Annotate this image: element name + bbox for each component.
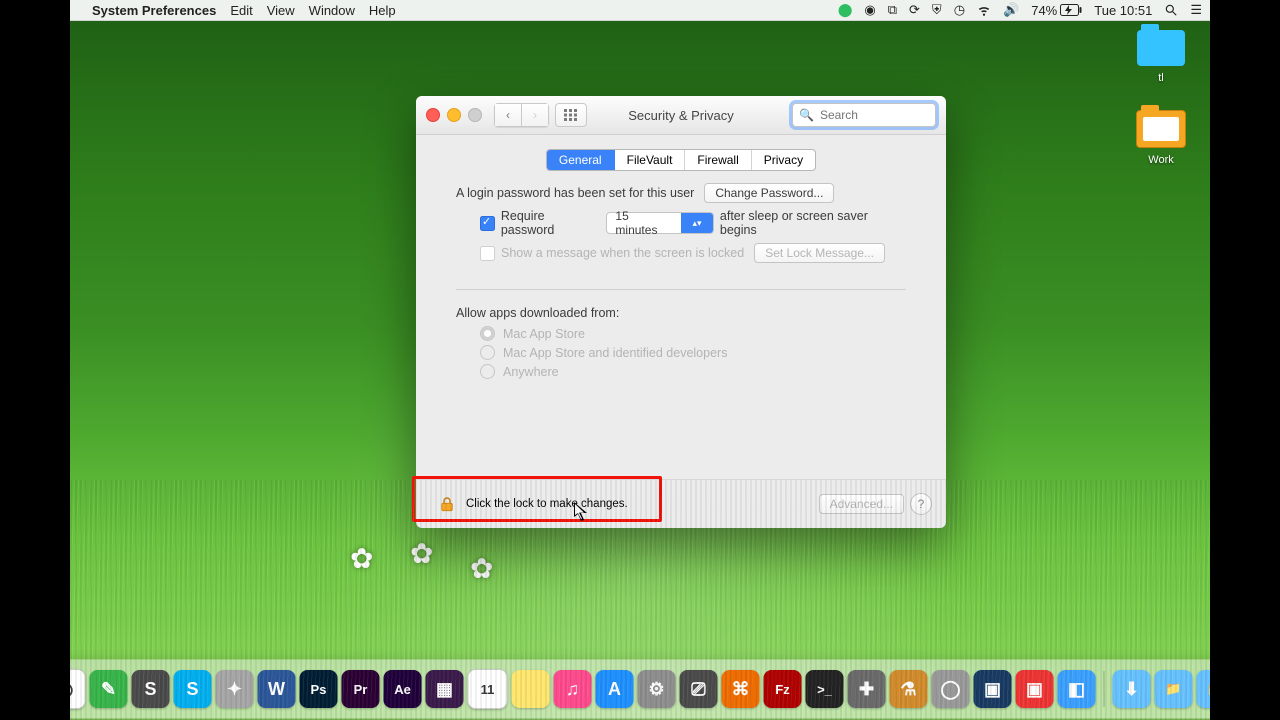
drive-icon (1136, 110, 1186, 148)
dock-calendar[interactable]: 11 (468, 669, 508, 709)
menu-window[interactable]: Window (309, 0, 355, 20)
dock-sublime[interactable]: S (132, 670, 170, 708)
tab-filevault[interactable]: FileVault (615, 150, 686, 170)
dock-diskutil[interactable]: ◯ (932, 670, 970, 708)
minimize-button[interactable] (447, 108, 461, 122)
clock[interactable]: Tue 10:51 (1094, 0, 1152, 20)
tab-privacy[interactable]: Privacy (752, 150, 815, 170)
title-bar[interactable]: ‹ › Security & Privacy 🔍 (416, 96, 946, 135)
desktop-folder-label: tl (1126, 72, 1196, 84)
dock-preview[interactable]: ⎚ (680, 670, 718, 708)
allow-apps-label: Allow apps downloaded from: (456, 306, 906, 320)
show-message-checkbox[interactable] (480, 246, 495, 261)
require-password-delay-select[interactable]: 15 minutes ▴▾ (606, 212, 713, 234)
require-password-label: Require password (501, 209, 601, 237)
allow-apps-option-1: Mac App Store and identified developers (480, 345, 906, 360)
tab-bar: General FileVault Firewall Privacy (546, 149, 816, 171)
menu-help[interactable]: Help (369, 0, 396, 20)
login-password-label: A login password has been set for this u… (456, 186, 694, 200)
wifi-icon[interactable] (977, 0, 991, 20)
notifications-icon[interactable]: ☰ (1190, 0, 1202, 20)
dock-itunes[interactable]: ♫ (554, 670, 592, 708)
dock-folder2[interactable]: 📁 (1197, 670, 1211, 708)
dock: ☺◎✎SS✦WPsPrAe▦11♫A⚙⎚⌘Fz>_✚⚗◯▣▣◧⬇📁📁🗑 (70, 660, 1210, 718)
dock-virtualbox[interactable]: ▣ (974, 670, 1012, 708)
spotlight-icon[interactable] (1164, 0, 1178, 20)
lock-text: Click the lock to make changes. (466, 498, 628, 510)
app-menu[interactable]: System Preferences (92, 0, 216, 20)
search-input[interactable] (818, 107, 929, 123)
desktop-folder-label: Work (1126, 154, 1196, 166)
lock-button[interactable]: Click the lock to make changes. (430, 491, 636, 517)
dock-aftereffects[interactable]: Ae (384, 670, 422, 708)
chevron-updown-icon: ▴▾ (681, 213, 713, 233)
set-lock-message-button: Set Lock Message... (754, 243, 885, 263)
require-password-tail: after sleep or screen saver begins (720, 209, 906, 237)
dock-notes[interactable] (512, 670, 550, 708)
dropbox-icon[interactable]: ⧉ (888, 0, 897, 20)
cursor-icon (574, 502, 588, 522)
search-icon: 🔍 (799, 108, 814, 122)
desktop-folder-work[interactable]: Work (1126, 110, 1196, 166)
dock-launchpad[interactable]: ✦ (216, 670, 254, 708)
record-icon[interactable]: ◉ (864, 0, 875, 20)
allow-apps-option-2: Anywhere (480, 364, 906, 379)
battery-status[interactable]: 74% (1031, 0, 1082, 20)
folder-icon (1137, 30, 1185, 66)
radio-icon (480, 345, 495, 360)
close-button[interactable] (426, 108, 440, 122)
sync-icon[interactable]: ⟳ (909, 0, 920, 20)
tab-general[interactable]: General (547, 150, 615, 170)
radio-icon (480, 364, 495, 379)
advanced-button: Advanced... (819, 494, 904, 514)
window-bottom-bar: Click the lock to make changes. Advanced… (416, 479, 946, 528)
dock-photoshop[interactable]: Ps (300, 670, 338, 708)
search-field[interactable]: 🔍 (792, 103, 936, 127)
dock-settings[interactable]: ⚙ (638, 670, 676, 708)
evernote-icon[interactable]: ⬤ (838, 0, 853, 20)
menu-bar: System Preferences File Edit View Window… (70, 0, 1210, 21)
tab-firewall[interactable]: Firewall (685, 150, 751, 170)
dock-chrome[interactable]: ◎ (70, 669, 86, 709)
zoom-button[interactable] (468, 108, 482, 122)
show-all-button[interactable] (555, 103, 587, 127)
volume-icon[interactable]: 🔊 (1003, 0, 1019, 20)
menu-edit[interactable]: Edit (230, 0, 252, 20)
dock-word[interactable]: W (258, 670, 296, 708)
change-password-button[interactable]: Change Password... (704, 183, 834, 203)
dock-downloads[interactable]: ⬇ (1113, 670, 1151, 708)
dock-app2[interactable]: ◧ (1058, 670, 1096, 708)
dock-automator[interactable]: ⚗ (890, 670, 928, 708)
desktop-folder-tl[interactable]: tl (1126, 30, 1196, 84)
dock-skype[interactable]: S (174, 670, 212, 708)
dock-mamp[interactable]: ⌘ (722, 670, 760, 708)
require-password-checkbox[interactable] (480, 216, 495, 231)
radio-icon (480, 326, 495, 341)
menu-view[interactable]: View (267, 0, 295, 20)
dock-appstore[interactable]: A (596, 670, 634, 708)
forward-button[interactable]: › (522, 103, 549, 127)
dock-filezilla[interactable]: Fz (764, 670, 802, 708)
dock-premiere[interactable]: Pr (342, 670, 380, 708)
allow-apps-option-0: Mac App Store (480, 326, 906, 341)
shield-icon[interactable]: ⛨ (932, 0, 942, 20)
desktop: System Preferences File Edit View Window… (70, 0, 1210, 720)
back-button[interactable]: ‹ (494, 103, 522, 127)
lock-icon (438, 495, 456, 513)
help-button[interactable]: ? (910, 493, 932, 515)
tutorial-highlight (412, 476, 662, 522)
dock-terminal[interactable]: >_ (806, 670, 844, 708)
dock-separator (1104, 671, 1105, 707)
dock-hitfilm[interactable]: ▦ (426, 670, 464, 708)
dock-utility[interactable]: ✚ (848, 670, 886, 708)
dock-corel[interactable]: ✎ (90, 670, 128, 708)
dock-app1[interactable]: ▣ (1016, 670, 1054, 708)
preferences-window: ‹ › Security & Privacy 🔍 General FileVau… (416, 96, 946, 528)
show-message-label: Show a message when the screen is locked (501, 246, 744, 260)
dock-folder[interactable]: 📁 (1155, 670, 1193, 708)
clock-icon[interactable]: ◷ (954, 0, 965, 20)
